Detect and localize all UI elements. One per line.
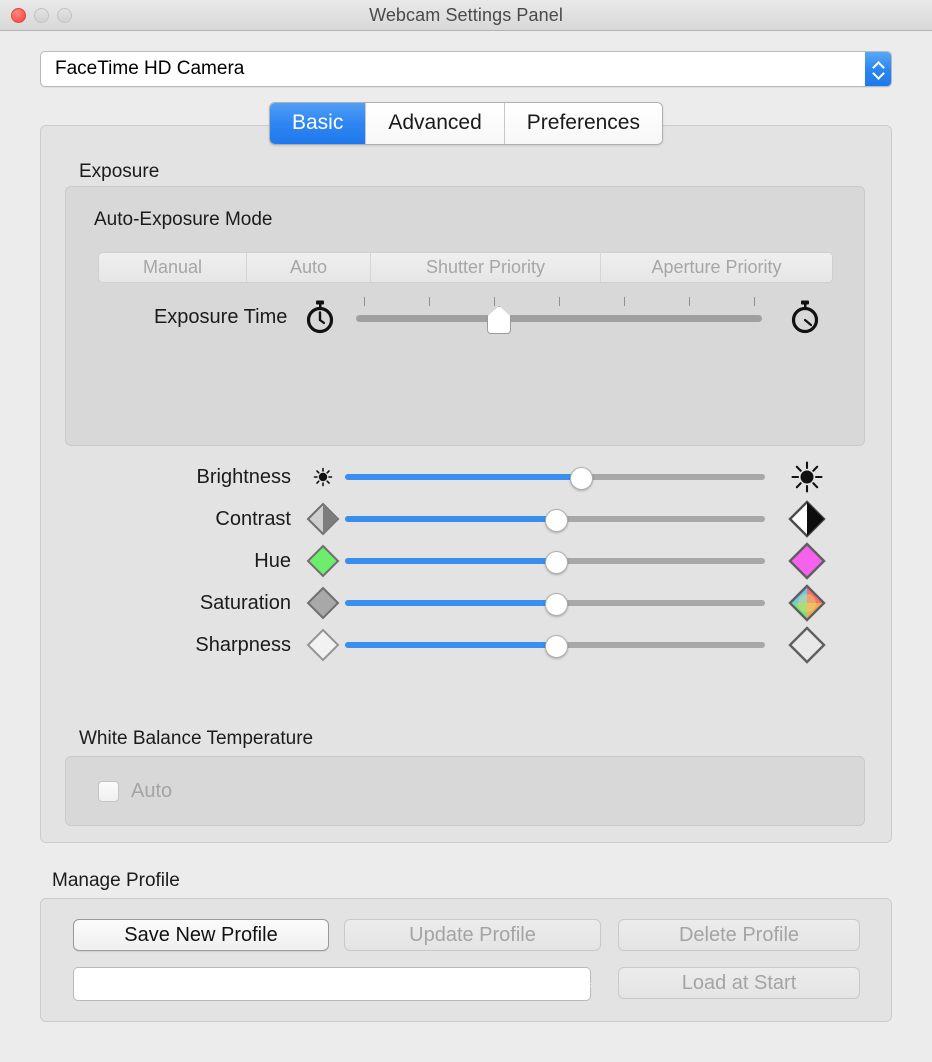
hue-slider[interactable] — [345, 546, 765, 576]
saturation-slider-row: Saturation — [41, 582, 891, 624]
sharpness-slider-row: Sharpness — [41, 624, 891, 666]
segment-auto[interactable]: Auto — [247, 253, 371, 282]
brightness-label: Brightness — [196, 465, 292, 488]
segment-aperture-priority[interactable]: Aperture Priority — [601, 253, 832, 282]
hue-slider-row: Hue — [41, 540, 891, 582]
update-profile-button[interactable]: Update Profile — [344, 919, 601, 951]
zoom-button-icon[interactable] — [57, 8, 72, 23]
hue-slider-fill — [345, 558, 555, 564]
brightness-slider-fill — [345, 474, 581, 480]
close-button-icon[interactable] — [11, 8, 26, 23]
brightness-slider-row: Brightness — [41, 456, 891, 498]
manage-profile-group-box: Save New Profile Update Profile Delete P… — [40, 898, 892, 1022]
save-new-profile-button[interactable]: Save New Profile — [73, 919, 329, 951]
exposure-group-box: Auto-Exposure Mode Manual Auto Shutter P… — [65, 186, 865, 446]
profile-popup-arrows-icon[interactable] — [579, 978, 590, 990]
auto-exposure-mode-segmented-control[interactable]: Manual Auto Shutter Priority Aperture Pr… — [98, 252, 833, 283]
tab-advanced[interactable]: Advanced — [366, 103, 505, 145]
exposure-time-slider-track[interactable] — [355, 315, 762, 322]
exposure-time-slider-thumb[interactable] — [487, 306, 512, 334]
load-at-start-button[interactable]: Load at Start — [618, 967, 860, 999]
white-balance-auto-checkbox[interactable] — [98, 780, 119, 802]
popup-arrows-icon[interactable] — [865, 52, 891, 86]
sharpness-label: Sharpness — [195, 633, 291, 656]
contrast-slider[interactable] — [345, 504, 765, 534]
sharpness-slider-thumb[interactable] — [544, 634, 568, 658]
basic-tab-panel: Exposure Auto-Exposure Mode Manual Auto … — [40, 125, 892, 843]
saturation-slider[interactable] — [345, 588, 765, 618]
camera-select[interactable]: FaceTime HD Camera — [40, 51, 892, 87]
white-balance-group-box: Auto — [65, 756, 865, 826]
hue-magenta-diamond-icon — [777, 542, 837, 580]
brightness-slider-thumb[interactable] — [569, 466, 593, 490]
stopwatch-short-icon — [299, 300, 340, 334]
saturation-slider-track[interactable] — [345, 592, 765, 616]
camera-select-value: FaceTime HD Camera — [55, 58, 245, 79]
saturation-color-diamond-icon — [777, 584, 837, 622]
contrast-low-diamond-icon — [301, 502, 345, 536]
exposure-time-slider-ticks — [356, 297, 762, 306]
saturation-label: Saturation — [199, 591, 291, 614]
sharpness-low-diamond-icon — [301, 628, 345, 662]
contrast-slider-track[interactable] — [345, 508, 765, 532]
auto-exposure-mode-label: Auto-Exposure Mode — [94, 209, 273, 230]
hue-slider-thumb[interactable] — [544, 550, 568, 574]
exposure-time-slider[interactable] — [355, 295, 762, 339]
tab-preferences[interactable]: Preferences — [504, 103, 662, 145]
hue-slider-track[interactable] — [345, 550, 765, 574]
contrast-slider-row: Contrast — [41, 498, 891, 540]
brightness-slider[interactable] — [345, 462, 765, 492]
contrast-high-diamond-icon — [777, 500, 837, 538]
window-title: Webcam Settings Panel — [369, 4, 563, 25]
tab-basic[interactable]: Basic — [270, 103, 367, 145]
saturation-gray-diamond-icon — [301, 586, 345, 620]
saturation-slider-fill — [345, 600, 555, 606]
contrast-slider-thumb[interactable] — [544, 508, 568, 532]
hue-label: Hue — [254, 549, 291, 572]
white-balance-auto-label: Auto — [131, 779, 173, 802]
sun-small-icon — [301, 464, 345, 490]
saturation-slider-thumb[interactable] — [544, 592, 568, 616]
adjustment-sliders: Brightness Contrast Hue Saturation Sharp… — [41, 456, 891, 666]
manage-profile-group-label: Manage Profile — [52, 870, 180, 891]
segment-manual[interactable]: Manual — [99, 253, 247, 282]
contrast-label: Contrast — [215, 507, 291, 530]
traffic-light-group — [11, 8, 72, 23]
profile-select[interactable] — [73, 967, 591, 1001]
webcam-settings-window: Webcam Settings Panel FaceTime HD Camera… — [0, 0, 932, 1062]
camera-selector-row: FaceTime HD Camera — [0, 31, 932, 87]
hue-green-diamond-icon — [301, 544, 345, 578]
sharpness-slider-track[interactable] — [345, 634, 765, 658]
white-balance-group-label: White Balance Temperature — [79, 728, 314, 749]
sharpness-high-diamond-icon — [777, 626, 837, 664]
window-titlebar: Webcam Settings Panel — [0, 0, 932, 31]
sharpness-slider-fill — [345, 642, 555, 648]
exposure-time-row: Exposure Time — [94, 292, 834, 342]
sun-large-icon — [777, 459, 837, 495]
tab-bar: Basic Advanced Preferences — [0, 102, 932, 146]
minimize-button-icon[interactable] — [34, 8, 49, 23]
chevron-down-icon — [579, 984, 590, 990]
exposure-time-label: Exposure Time — [153, 305, 288, 328]
brightness-slider-track[interactable] — [345, 466, 765, 490]
stopwatch-long-icon — [776, 300, 834, 334]
chevron-down-icon — [873, 71, 884, 77]
segment-shutter-priority[interactable]: Shutter Priority — [371, 253, 601, 282]
delete-profile-button[interactable]: Delete Profile — [618, 919, 860, 951]
sharpness-slider[interactable] — [345, 630, 765, 660]
exposure-group-label: Exposure — [79, 161, 160, 182]
contrast-slider-fill — [345, 516, 555, 522]
